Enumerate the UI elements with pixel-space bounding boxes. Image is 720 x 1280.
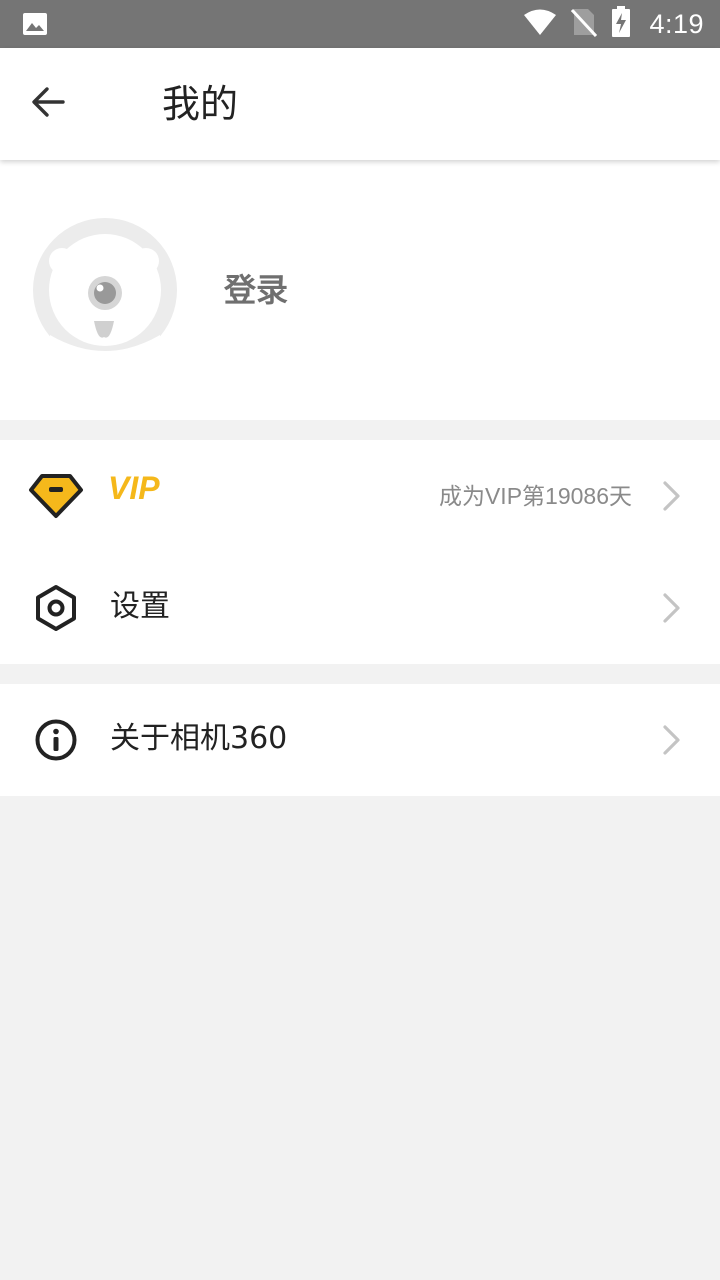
no-sim-icon [571,7,598,41]
settings-label: 设置 [110,589,170,624]
status-time: 4:19 [649,8,704,39]
chevron-right-icon [660,724,684,756]
default-avatar-icon[interactable] [32,217,178,363]
settings-row[interactable]: 设置 [0,552,720,664]
menu-group-about: 关于相机360 [0,684,720,796]
arrow-left-icon [30,86,66,122]
battery-charging-icon [611,6,631,42]
status-bar: 4:19 [0,0,720,48]
menu-group-main: VIP 成为VIP第19086天 设置 [0,440,720,664]
chevron-right-icon [660,592,684,624]
info-icon [28,712,84,768]
app-bar: 我的 [0,48,720,160]
diamond-icon [28,468,84,524]
login-link[interactable]: 登录 [224,268,288,312]
profile-section: 登录 [0,160,720,420]
page-title: 我的 [162,82,239,126]
vip-row[interactable]: VIP 成为VIP第19086天 [0,440,720,552]
about-row[interactable]: 关于相机360 [0,684,720,796]
chevron-right-icon [660,480,684,512]
vip-label: VIP [106,468,178,512]
wifi-icon [523,8,557,40]
hexagon-gear-icon [28,580,84,636]
vip-days-text: 成为VIP第19086天 [438,483,632,509]
svg-text:VIP: VIP [108,470,160,506]
image-icon [22,12,48,40]
about-label: 关于相机360 [110,721,288,756]
back-button[interactable] [24,80,72,128]
